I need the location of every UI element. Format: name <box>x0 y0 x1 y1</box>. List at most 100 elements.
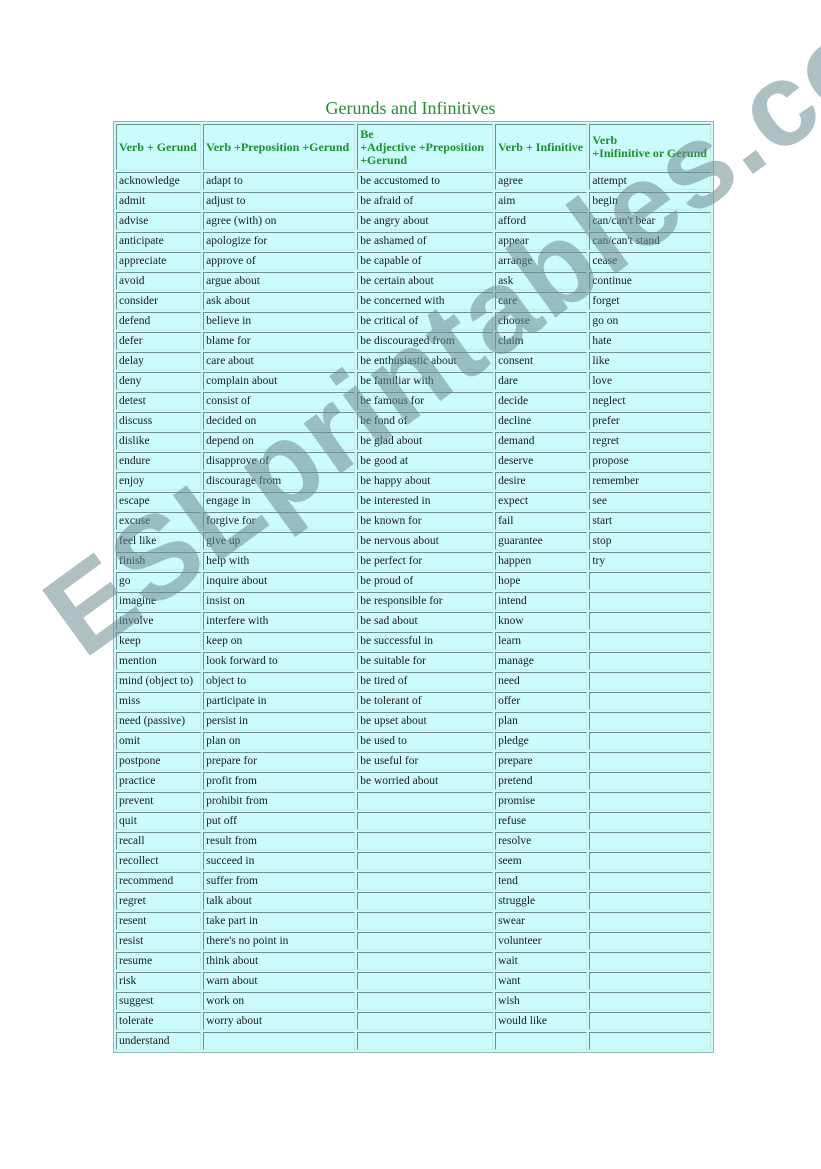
cell-be-adj-prep-gerund: be concerned with <box>357 292 494 310</box>
table-row: dislike depend on be glad about demand regre… <box>116 432 711 450</box>
cell-verb-prep-gerund: give up <box>203 532 356 550</box>
table-row: practice profit from be worried about prete… <box>116 772 711 790</box>
cell-verb-infinitive: plan <box>495 712 588 730</box>
cell-verb-inf-or-gerund <box>589 992 711 1010</box>
cell-verb-inf-or-gerund <box>589 832 711 850</box>
cell-be-adj-prep-gerund: be good at <box>357 452 494 470</box>
cell-verb-prep-gerund: plan on <box>203 732 356 750</box>
cell-verb-prep-gerund: decided on <box>203 412 356 430</box>
cell-verb-gerund: recall <box>116 832 202 850</box>
page-title: Gerunds and Infinitives <box>325 98 496 118</box>
cell-verb-gerund: appreciate <box>116 252 202 270</box>
cell-verb-prep-gerund: object to <box>203 672 356 690</box>
cell-verb-infinitive: volunteer <box>495 932 588 950</box>
cell-verb-gerund: finish <box>116 552 202 570</box>
cell-verb-gerund: dislike <box>116 432 202 450</box>
cell-be-adj-prep-gerund <box>357 892 494 910</box>
cell-verb-inf-or-gerund <box>589 572 711 590</box>
cell-verb-gerund: admit <box>116 192 202 210</box>
cell-verb-prep-gerund: interfere with <box>203 612 356 630</box>
cell-be-adj-prep-gerund: be suitable for <box>357 652 494 670</box>
cell-verb-inf-or-gerund <box>589 812 711 830</box>
cell-verb-prep-gerund: consist of <box>203 392 356 410</box>
cell-verb-inf-or-gerund <box>589 612 711 630</box>
cell-verb-gerund: recollect <box>116 852 202 870</box>
cell-verb-inf-or-gerund <box>589 792 711 810</box>
table-row: defend believe in be critical of choose go o… <box>116 312 711 330</box>
cell-verb-prep-gerund: inquire about <box>203 572 356 590</box>
cell-be-adj-prep-gerund: be critical of <box>357 312 494 330</box>
cell-verb-inf-or-gerund <box>589 932 711 950</box>
table-row: involve interfere with be sad about know <box>116 612 711 630</box>
table-row: suggest work on wish <box>116 992 711 1010</box>
cell-verb-inf-or-gerund <box>589 592 711 610</box>
table-row: consider ask about be concerned with care fo… <box>116 292 711 310</box>
table-row: need (passive) persist in be upset about pl… <box>116 712 711 730</box>
cell-verb-infinitive: need <box>495 672 588 690</box>
header-verb-prep-gerund: Verb +Preposition +Gerund <box>203 124 356 170</box>
cell-verb-infinitive: guarantee <box>495 532 588 550</box>
header-be-adj-prep-gerund: Be +Adjective +Preposition +Gerund <box>357 124 494 170</box>
cell-verb-gerund: detest <box>116 392 202 410</box>
cell-verb-inf-or-gerund: like <box>589 352 711 370</box>
table-row: prevent prohibit from promise <box>116 792 711 810</box>
cell-verb-prep-gerund: prohibit from <box>203 792 356 810</box>
cell-verb-inf-or-gerund: see <box>589 492 711 510</box>
cell-verb-inf-or-gerund: start <box>589 512 711 530</box>
cell-verb-gerund: escape <box>116 492 202 510</box>
cell-verb-inf-or-gerund: cease <box>589 252 711 270</box>
table-row: recall result from resolve <box>116 832 711 850</box>
cell-verb-inf-or-gerund <box>589 752 711 770</box>
cell-verb-inf-or-gerund: can/can't stand <box>589 232 711 250</box>
cell-be-adj-prep-gerund: be known for <box>357 512 494 530</box>
cell-verb-prep-gerund: there's no point in <box>203 932 356 950</box>
table-row: resent take part in swear <box>116 912 711 930</box>
cell-verb-prep-gerund: warn about <box>203 972 356 990</box>
cell-verb-gerund: avoid <box>116 272 202 290</box>
header-be-adj-prep-gerund-text: Be +Adjective +Preposition +Gerund <box>360 126 484 167</box>
cell-verb-prep-gerund: profit from <box>203 772 356 790</box>
table-row: resist there's no point in volunteer <box>116 932 711 950</box>
cell-verb-prep-gerund: persist in <box>203 712 356 730</box>
cell-be-adj-prep-gerund: be angry about <box>357 212 494 230</box>
cell-verb-prep-gerund: forgive for <box>203 512 356 530</box>
cell-verb-infinitive: swear <box>495 912 588 930</box>
cell-verb-inf-or-gerund <box>589 652 711 670</box>
cell-verb-prep-gerund: worry about <box>203 1012 356 1030</box>
cell-verb-gerund: defend <box>116 312 202 330</box>
cell-be-adj-prep-gerund <box>357 932 494 950</box>
cell-be-adj-prep-gerund <box>357 1012 494 1030</box>
cell-verb-gerund: omit <box>116 732 202 750</box>
cell-verb-prep-gerund: care about <box>203 352 356 370</box>
cell-be-adj-prep-gerund: be responsible for <box>357 592 494 610</box>
table-row: postpone prepare for be useful for prepare <box>116 752 711 770</box>
cell-be-adj-prep-gerund: be capable of <box>357 252 494 270</box>
cell-verb-inf-or-gerund: go on <box>589 312 711 330</box>
cell-verb-gerund: need (passive) <box>116 712 202 730</box>
cell-verb-infinitive: would like <box>495 1012 588 1030</box>
table-row: detest consist of be famous for decide negle… <box>116 392 711 410</box>
cell-verb-gerund: resume <box>116 952 202 970</box>
cell-verb-gerund: tolerate <box>116 1012 202 1030</box>
cell-verb-gerund: mind (object to) <box>116 672 202 690</box>
cell-verb-prep-gerund: keep on <box>203 632 356 650</box>
cell-verb-gerund: practice <box>116 772 202 790</box>
cell-be-adj-prep-gerund: be interested in <box>357 492 494 510</box>
cell-verb-inf-or-gerund <box>589 912 711 930</box>
cell-verb-prep-gerund: think about <box>203 952 356 970</box>
cell-verb-inf-or-gerund <box>589 972 711 990</box>
cell-verb-infinitive: offer <box>495 692 588 710</box>
cell-verb-gerund: anticipate <box>116 232 202 250</box>
cell-verb-inf-or-gerund: hate <box>589 332 711 350</box>
cell-verb-prep-gerund: adjust to <box>203 192 356 210</box>
cell-be-adj-prep-gerund: be sad about <box>357 612 494 630</box>
cell-verb-prep-gerund: suffer from <box>203 872 356 890</box>
cell-verb-prep-gerund: adapt to <box>203 172 356 190</box>
cell-verb-inf-or-gerund <box>589 852 711 870</box>
cell-verb-inf-or-gerund: begin <box>589 192 711 210</box>
header-row: Verb + Gerund Verb +Preposition +Gerund … <box>116 124 711 170</box>
cell-verb-prep-gerund: help with <box>203 552 356 570</box>
table-row: mind (object to) object to be tired of need <box>116 672 711 690</box>
table-row: defer blame for be discouraged from claim ha… <box>116 332 711 350</box>
cell-verb-gerund: advise <box>116 212 202 230</box>
